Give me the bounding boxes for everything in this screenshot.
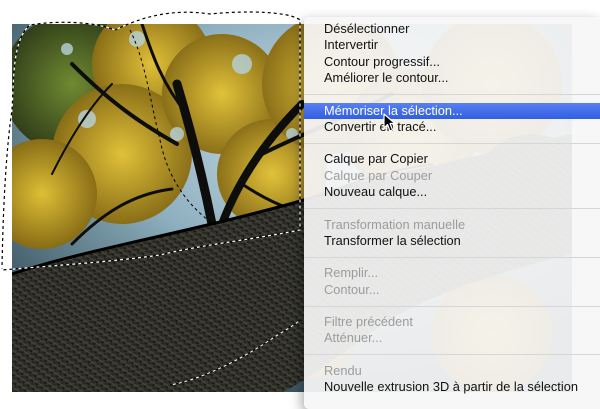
menu-item-calque-par-copier[interactable]: Calque par Copier <box>304 151 600 167</box>
menu-item-nouvelle-extrusion-3d-a-partir-de-la-selection[interactable]: Nouvelle extrusion 3D à partir de la sél… <box>304 379 600 395</box>
menu-item-ameliorer-le-contour[interactable]: Améliorer le contour... <box>304 70 600 86</box>
menu-item-filtre-precedent: Filtre précédent <box>324 314 413 330</box>
menu-item-attenuer: Atténuer... <box>324 330 383 346</box>
menu-item-nouveau-calque[interactable]: Nouveau calque... <box>304 184 600 200</box>
menu-separator <box>304 94 600 96</box>
menu-separator <box>304 256 600 258</box>
context-menu: Désélectionner Intervertir Contour progres… <box>304 17 600 409</box>
menu-item-memoriser-la-selection[interactable]: Mémoriser la sélection... <box>304 102 600 119</box>
menu-item-intervertir[interactable]: Intervertir <box>304 37 600 53</box>
menu-item-deselectionner[interactable]: Désélectionner <box>304 21 600 37</box>
menu-separator <box>304 208 600 210</box>
menu-separator <box>304 305 600 307</box>
menu-item-contour: Contour... <box>324 281 380 297</box>
menu-item-calque-par-couper: Calque par Couper <box>324 167 433 183</box>
menu-item-contour-progressif[interactable]: Contour progressif... <box>304 54 600 70</box>
menu-separator <box>304 142 600 144</box>
menu-item-remplir: Remplir... <box>324 265 379 281</box>
menu-separator <box>304 354 600 356</box>
menu-item-rendu: Rendu <box>324 362 362 378</box>
menu-item-transformer-la-selection[interactable]: Transformer la sélection <box>304 233 600 249</box>
menu-item-convertir-en-trace[interactable]: Convertir en tracé... <box>304 119 600 135</box>
menu-item-transformation-manuelle: Transformation manuelle <box>324 216 466 232</box>
